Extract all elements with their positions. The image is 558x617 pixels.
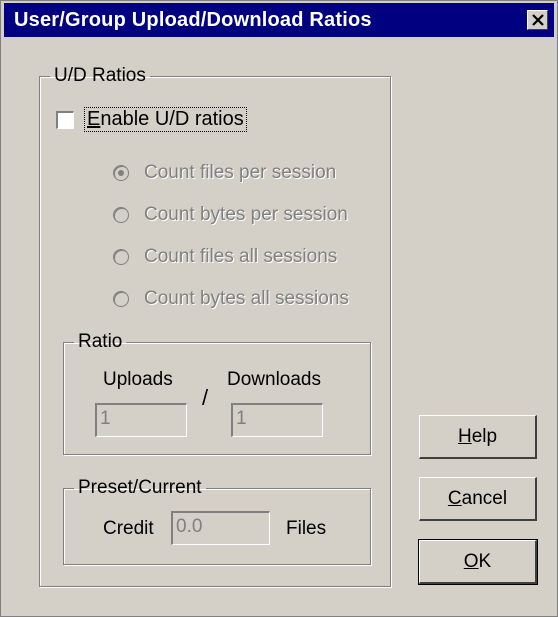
ok-button[interactable]: OK bbox=[418, 539, 538, 585]
credit-label: Credit bbox=[103, 518, 154, 539]
radio-count-files-per-session[interactable]: Count files per session bbox=[113, 162, 336, 184]
cancel-button[interactable]: Cancel bbox=[419, 477, 537, 521]
ratio-legend: Ratio bbox=[78, 331, 123, 352]
ud-ratios-legend: U/D Ratios bbox=[54, 65, 146, 86]
radio-count-bytes-all-sessions[interactable]: Count bytes all sessions bbox=[113, 288, 349, 310]
radio-button[interactable] bbox=[113, 249, 129, 265]
radio-label: Count files all sessions bbox=[144, 246, 338, 267]
uploads-label: Uploads bbox=[103, 369, 173, 390]
radio-count-files-all-sessions[interactable]: Count files all sessions bbox=[113, 246, 337, 268]
radio-label: Count bytes all sessions bbox=[144, 288, 349, 309]
preset-current-legend: Preset/Current bbox=[78, 477, 202, 498]
radio-label: Count files per session bbox=[144, 162, 337, 183]
dialog-window: User/Group Upload/Download Ratios U/D Ra… bbox=[0, 0, 558, 617]
help-button-rest: elp bbox=[471, 425, 498, 447]
window-title: User/Group Upload/Download Ratios bbox=[14, 9, 372, 31]
close-button[interactable] bbox=[527, 10, 548, 30]
title-bar[interactable]: User/Group Upload/Download Ratios bbox=[4, 3, 554, 37]
radio-button[interactable] bbox=[113, 207, 129, 223]
help-button[interactable]: Help bbox=[419, 415, 537, 459]
downloads-input[interactable]: 1 bbox=[231, 403, 323, 437]
ratio-separator: / bbox=[202, 385, 209, 410]
files-label: Files bbox=[286, 518, 327, 539]
downloads-label: Downloads bbox=[227, 369, 321, 390]
cancel-button-rest: ancel bbox=[461, 487, 508, 509]
radio-button[interactable] bbox=[113, 291, 129, 307]
radio-button-selected[interactable] bbox=[113, 165, 129, 181]
enable-ud-ratios-row[interactable]: Enable U/D ratios bbox=[56, 107, 247, 132]
enable-ud-ratios-label-rest: nable U/D ratios bbox=[100, 108, 244, 130]
radio-label: Count bytes per session bbox=[144, 204, 348, 225]
credit-input[interactable]: 0.0 bbox=[171, 511, 270, 545]
close-icon bbox=[532, 14, 544, 26]
radio-count-bytes-per-session[interactable]: Count bytes per session bbox=[113, 204, 348, 226]
enable-ud-ratios-checkbox[interactable] bbox=[56, 110, 74, 129]
uploads-input[interactable]: 1 bbox=[95, 403, 187, 437]
enable-ud-ratios-label[interactable]: Enable U/D ratios bbox=[84, 107, 247, 132]
ok-button-rest: K bbox=[478, 550, 492, 572]
